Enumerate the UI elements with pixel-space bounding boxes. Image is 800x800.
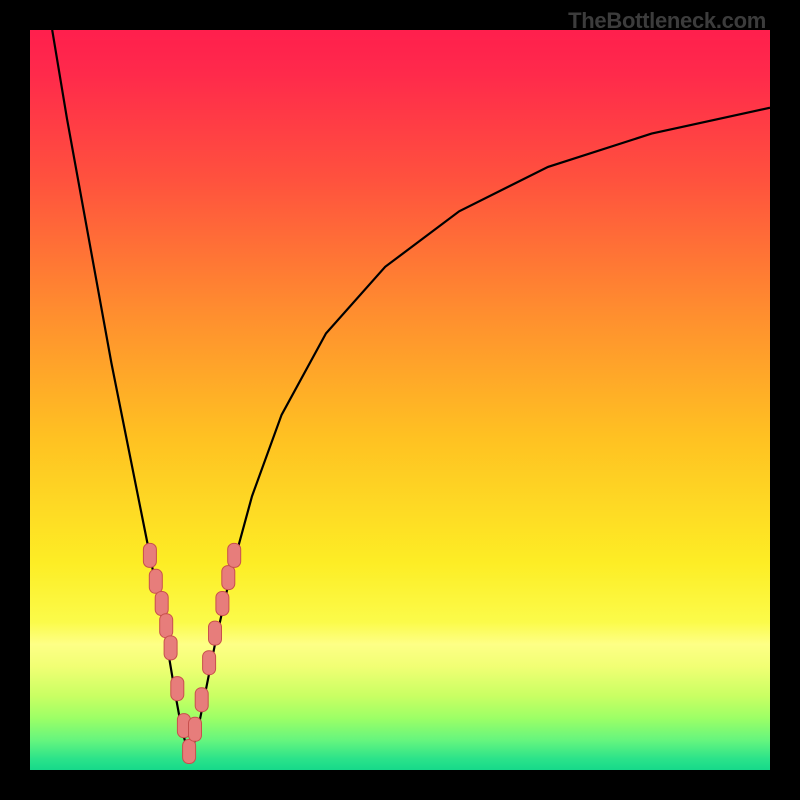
marker-point <box>143 543 156 567</box>
marker-point <box>209 621 222 645</box>
marker-point <box>203 651 216 675</box>
highlighted-band-markers <box>143 543 240 763</box>
curve-line <box>52 30 770 755</box>
marker-point <box>183 740 196 764</box>
marker-point <box>222 566 235 590</box>
marker-point <box>228 543 241 567</box>
bottleneck-curve <box>30 30 770 770</box>
marker-point <box>171 677 184 701</box>
marker-point <box>189 717 202 741</box>
marker-point <box>195 688 208 712</box>
marker-point <box>160 614 173 638</box>
plot-area <box>30 30 770 770</box>
marker-point <box>216 592 229 616</box>
marker-point <box>164 636 177 660</box>
chart-frame: TheBottleneck.com <box>0 0 800 800</box>
watermark-text: TheBottleneck.com <box>568 8 766 34</box>
marker-point <box>149 569 162 593</box>
marker-point <box>155 592 168 616</box>
